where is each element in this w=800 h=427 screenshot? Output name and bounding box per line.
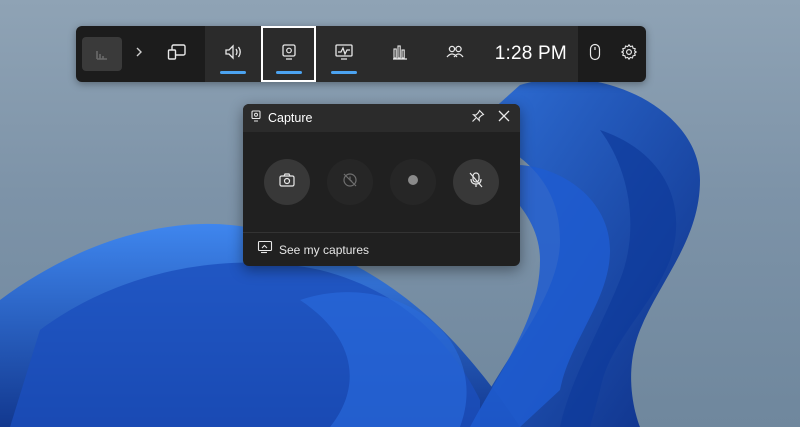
expand-button[interactable]: [128, 26, 150, 82]
widget-menu-button[interactable]: [149, 26, 205, 82]
record-button[interactable]: [389, 159, 436, 205]
active-indicator: [220, 71, 247, 74]
record-last-icon: [341, 171, 359, 194]
mouse-button[interactable]: [578, 26, 612, 82]
capture-icon: [280, 43, 298, 66]
performance-icon: [334, 43, 354, 66]
record-icon: [406, 173, 420, 192]
capture-controls: [243, 132, 520, 232]
gear-icon: [620, 43, 638, 66]
capture-icon: [250, 109, 262, 127]
see-my-captures-label: See my captures: [279, 242, 370, 257]
game-bar-home-button[interactable]: [76, 26, 128, 82]
active-indicator: [331, 71, 358, 74]
capture-widget: Capture See my captures: [243, 104, 520, 266]
game-bar: 1:28 PM: [76, 26, 646, 82]
close-icon: [497, 109, 511, 128]
see-my-captures-link[interactable]: See my captures: [243, 233, 520, 266]
capture-widget-header[interactable]: Capture: [243, 104, 520, 132]
social-widget-button[interactable]: [427, 26, 484, 82]
capture-widget-title: Capture: [268, 111, 313, 125]
clock: 1:28 PM: [483, 26, 579, 82]
screenshot-icon: [278, 172, 296, 193]
pin-icon: [471, 109, 485, 128]
audio-widget-button[interactable]: [205, 26, 261, 82]
resources-widget-button[interactable]: [371, 26, 428, 82]
screenshot-button[interactable]: [264, 159, 311, 205]
game-bar-home-icon: [81, 37, 122, 71]
audio-icon: [223, 43, 243, 66]
mic-toggle-button[interactable]: [452, 159, 499, 205]
widget-menu-icon: [167, 43, 187, 66]
gallery-icon: [257, 240, 273, 259]
record-last-button[interactable]: [327, 159, 374, 205]
mouse-icon: [589, 43, 601, 66]
capture-widget-button[interactable]: [260, 26, 317, 82]
performance-widget-button[interactable]: [316, 26, 372, 82]
mic-off-icon: [468, 171, 484, 194]
resources-icon: [391, 43, 409, 66]
settings-button[interactable]: [612, 26, 646, 82]
pin-button[interactable]: [470, 109, 486, 128]
social-icon: [445, 43, 465, 66]
chevron-right-icon: [134, 45, 144, 63]
active-indicator: [275, 71, 302, 74]
close-button[interactable]: [496, 110, 512, 126]
